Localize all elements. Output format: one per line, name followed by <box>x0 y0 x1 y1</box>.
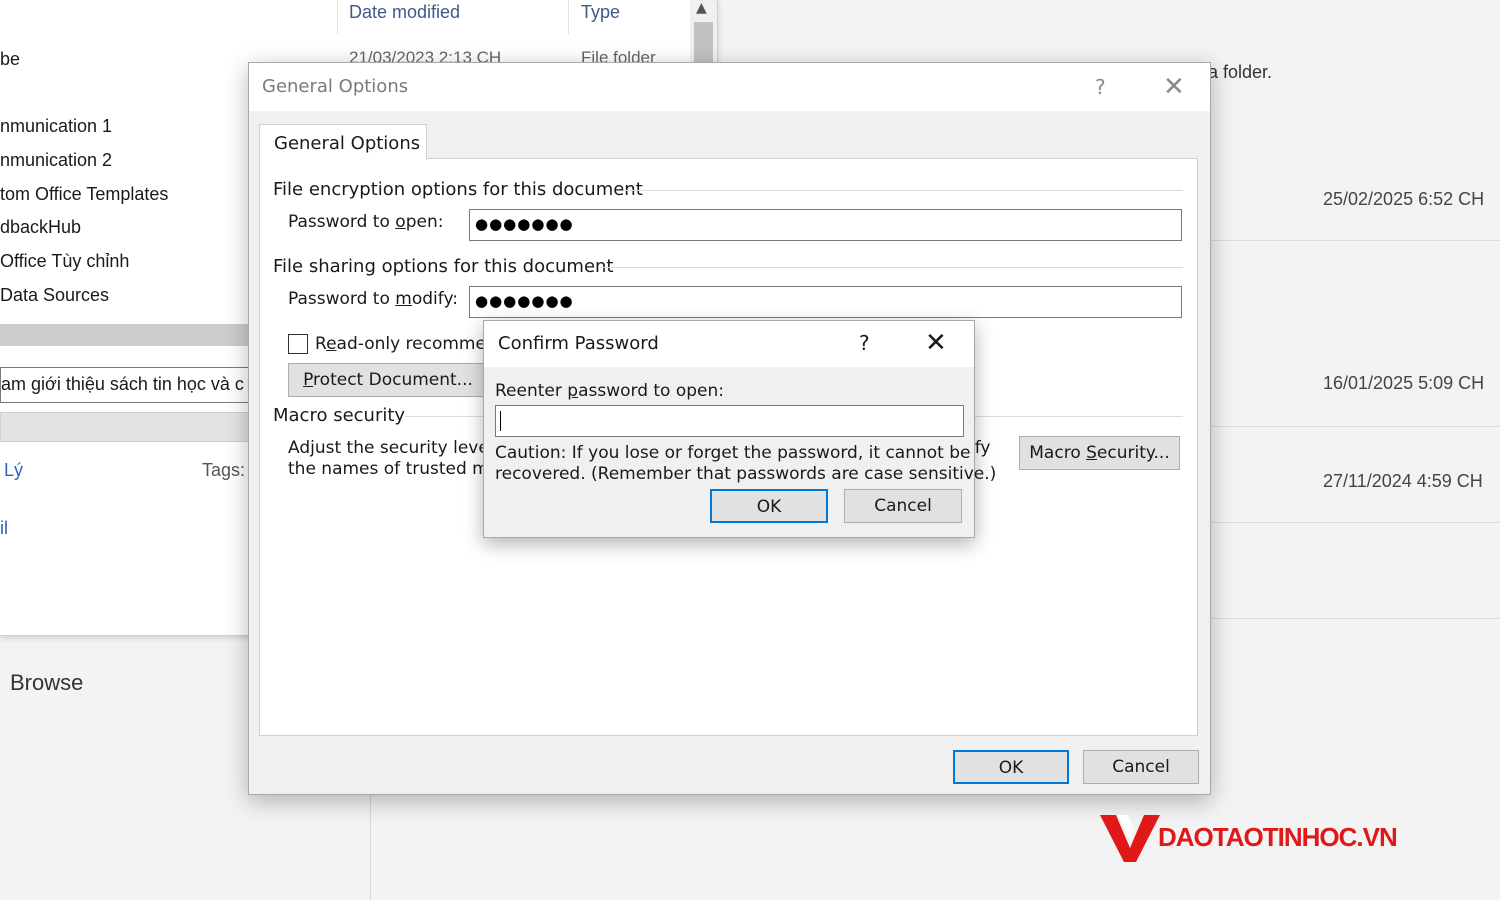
horizontal-scrollbar[interactable] <box>0 324 250 346</box>
macro-security-button[interactable]: Macro Security... <box>1019 436 1180 470</box>
scroll-up-icon[interactable]: ▲ <box>696 0 707 16</box>
row-divider <box>1210 522 1500 523</box>
browse-button[interactable]: Browse <box>10 670 83 696</box>
column-separator <box>568 0 569 34</box>
reenter-password-input[interactable] <box>495 405 964 437</box>
recent-file-date[interactable]: 25/02/2025 6:52 CH <box>1323 189 1484 210</box>
nav-item[interactable]: nmunication 1 <box>0 116 112 137</box>
group-divider <box>625 190 1183 191</box>
confirm-password-dialog: Confirm Password ? ✕ Reenter password to… <box>483 320 996 538</box>
protect-document-button[interactable]: Protect Document... <box>288 363 488 397</box>
nav-item[interactable]: dbackHub <box>0 217 81 238</box>
vertical-scrollbar[interactable]: ▲ <box>690 0 717 72</box>
row-divider <box>1210 618 1500 619</box>
help-icon[interactable]: ? <box>1095 75 1106 99</box>
row-divider <box>1210 240 1500 241</box>
help-icon[interactable]: ? <box>859 331 870 355</box>
read-only-checkbox[interactable] <box>288 334 308 354</box>
reenter-password-label: Reenter password to open: <box>495 381 725 401</box>
tab-general-options[interactable]: General Options <box>259 124 427 160</box>
nav-item[interactable]: nmunication 2 <box>0 150 112 171</box>
dialog-titlebar[interactable]: Confirm Password ? ✕ <box>484 321 974 367</box>
nav-item[interactable]: tom Office Templates <box>0 184 168 205</box>
nav-item[interactable]: Office Tùy chỉnh <box>0 251 129 272</box>
text-caret <box>500 411 501 431</box>
nav-item[interactable]: Data Sources <box>0 285 109 306</box>
group-divider <box>600 267 1183 268</box>
file-name-input[interactable]: am giới thiệu sách tin học và c <box>0 367 250 403</box>
hint-text: a folder. <box>1208 62 1273 82</box>
cancel-button[interactable]: Cancel <box>1083 750 1199 784</box>
ok-button[interactable]: OK <box>710 489 828 523</box>
save-as-type-select[interactable] <box>0 412 250 442</box>
macro-description: the names of trusted ma <box>288 459 500 479</box>
row-divider <box>1210 426 1500 427</box>
nav-item[interactable]: be <box>0 49 20 70</box>
logo-mark-icon <box>1100 815 1160 862</box>
password-modify-label: Password to modify: <box>288 289 458 309</box>
author-link[interactable]: Lý <box>4 460 23 481</box>
column-type[interactable]: Type <box>581 2 620 23</box>
cancel-button[interactable]: Cancel <box>844 489 962 523</box>
sharing-group-label: File sharing options for this document <box>273 256 614 277</box>
password-open-field[interactable]: ●●●●●●● <box>469 209 1182 241</box>
read-only-label[interactable]: Read-only recommen <box>315 334 497 354</box>
dialog-titlebar[interactable]: General Options ? ✕ <box>249 63 1210 111</box>
tags-label: Tags: <box>202 460 246 480</box>
recent-file-date[interactable]: 16/01/2025 5:09 CH <box>1323 373 1484 394</box>
macro-description: Adjust the security level <box>288 438 494 458</box>
ok-button[interactable]: OK <box>953 750 1069 784</box>
logo-text: DAOTAOTINHOC.VN <box>1158 822 1398 852</box>
watermark-logo: DAOTAOTINHOC.VN <box>1100 810 1430 865</box>
caution-text: recovered. (Remember that passwords are … <box>495 464 997 484</box>
dialog-title: General Options <box>262 76 409 97</box>
column-date-modified[interactable]: Date modified <box>349 2 460 23</box>
meta-link[interactable]: il <box>0 518 8 539</box>
password-modify-field[interactable]: ●●●●●●● <box>469 286 1182 318</box>
column-separator <box>337 0 338 34</box>
close-icon[interactable]: ✕ <box>925 330 947 356</box>
macro-group-label: Macro security <box>273 405 406 426</box>
encryption-group-label: File encryption options for this documen… <box>273 179 643 200</box>
close-icon[interactable]: ✕ <box>1163 74 1185 100</box>
password-open-label: Password to open: <box>288 212 444 232</box>
caution-text: Caution: If you lose or forget the passw… <box>495 443 971 463</box>
dialog-title: Confirm Password <box>498 333 659 354</box>
recent-file-date[interactable]: 27/11/2024 4:59 CH <box>1323 471 1483 492</box>
